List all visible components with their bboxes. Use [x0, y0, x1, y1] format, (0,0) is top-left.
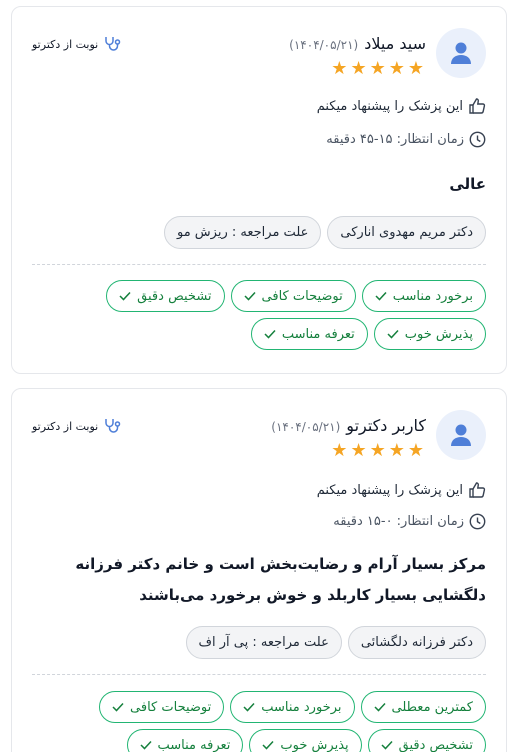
wait-time-text: زمان انتظار: ۰-۱۵ دقیقه [333, 514, 464, 529]
feedback-tag: برخورد مناسب [361, 280, 486, 312]
booking-source-label: نوبت از دکترتو [32, 420, 99, 433]
feedback-tag: تشخیص دقیق [106, 280, 225, 312]
recommend-text: این پزشک را پیشنهاد میکنم [316, 482, 463, 498]
check-icon [387, 329, 399, 339]
divider [32, 264, 486, 265]
review-date: (۱۴۰۴/۰۵/۲۱) [289, 38, 359, 52]
wait-time-text: زمان انتظار: ۱۵-۴۵ دقیقه [326, 132, 464, 147]
booking-source: نوبت از دکترتو [32, 417, 121, 436]
review-comment: مرکز بسیار آرام و رضایت‌بخش است و خانم د… [75, 555, 486, 604]
star-icon: ★ [350, 440, 367, 461]
booking-source-label: نوبت از دکترتو [32, 38, 99, 51]
thumbs-up-icon [468, 97, 486, 115]
review-info-chips: دکتر فرزانه دلگشائی علت مراجعه : پی آر ا… [28, 626, 486, 659]
check-icon [119, 291, 131, 301]
check-icon [375, 291, 387, 301]
wait-time-row: زمان انتظار: ۱۵-۴۵ دقیقه [326, 131, 486, 148]
feedback-tag: تشخیص دقیق [367, 729, 486, 752]
review-date: (۱۴۰۴/۰۵/۲۱) [271, 420, 341, 434]
star-icon: ★ [407, 58, 424, 79]
review-comment: عالی [449, 175, 486, 193]
visit-reason-chip: علت مراجعه : پی آر اف [185, 626, 342, 659]
star-icon: ★ [388, 58, 405, 79]
doctor-chip[interactable]: دکتر مریم مهدوی انارکی [327, 216, 486, 249]
star-icon: ★ [331, 58, 348, 79]
doctor-chip[interactable]: دکتر فرزانه دلگشائی [347, 626, 486, 659]
rating-stars: ★ ★ ★ ★ ★ [331, 442, 424, 460]
reviewer-header: سید میلاد (۱۴۰۴/۰۵/۲۱) [289, 34, 426, 53]
feedback-tag: تعرفه مناسب [126, 729, 244, 752]
booking-source: نوبت از دکترتو [32, 35, 121, 54]
wait-time-row: زمان انتظار: ۰-۱۵ دقیقه [333, 513, 486, 530]
visit-reason-chip: علت مراجعه : ریزش مو [164, 216, 322, 249]
reviewer-name: کاربر دکترتو [346, 416, 426, 435]
star-icon: ★ [407, 440, 424, 461]
star-icon: ★ [369, 440, 386, 461]
feedback-tags: برخورد مناسب توضیحات کافی تشخیص دقیق پذی… [28, 280, 486, 350]
feedback-tag: پذیرش خوب [373, 318, 486, 350]
clock-icon [469, 513, 486, 530]
check-icon [139, 740, 152, 750]
star-icon: ★ [369, 58, 386, 79]
feedback-tag: پذیرش خوب [249, 729, 362, 752]
recommend-text: این پزشک را پیشنهاد میکنم [316, 98, 463, 114]
clock-icon [469, 131, 486, 148]
user-avatar-icon [436, 410, 486, 460]
feedback-tag: کمترین معطلی [360, 691, 486, 723]
review-card: کاربر دکترتو (۱۴۰۴/۰۵/۲۱) ★ ★ ★ ★ ★ نوبت… [11, 388, 507, 752]
rating-stars: ★ ★ ★ ★ ★ [331, 60, 424, 78]
check-icon [244, 291, 256, 301]
thumbs-up-icon [468, 481, 486, 499]
stethoscope-icon [103, 35, 121, 54]
star-icon: ★ [350, 58, 367, 79]
reviewer-name: سید میلاد [364, 34, 426, 53]
star-icon: ★ [331, 440, 348, 461]
check-icon [373, 702, 386, 712]
feedback-tag: توضیحات کافی [230, 280, 356, 312]
feedback-tag: برخورد مناسب [230, 691, 355, 723]
recommend-row: این پزشک را پیشنهاد میکنم [317, 481, 486, 499]
divider [32, 674, 486, 675]
check-icon [262, 740, 274, 750]
stethoscope-icon [103, 417, 121, 436]
star-icon: ★ [388, 440, 405, 461]
check-icon [243, 702, 255, 712]
review-card: سید میلاد (۱۴۰۴/۰۵/۲۱) ★ ★ ★ ★ ★ نوبت از… [11, 6, 507, 374]
check-icon [381, 740, 393, 750]
feedback-tag: توضیحات کافی [99, 691, 225, 723]
feedback-tag: تعرفه مناسب [250, 318, 368, 350]
review-info-chips: دکتر مریم مهدوی انارکی علت مراجعه : ریزش… [28, 216, 486, 249]
check-icon [112, 702, 124, 712]
user-avatar-icon [436, 28, 486, 78]
recommend-row: این پزشک را پیشنهاد میکنم [317, 97, 486, 115]
feedback-tags: کمترین معطلی برخورد مناسب توضیحات کافی ت… [28, 691, 486, 752]
reviewer-header: کاربر دکترتو (۱۴۰۴/۰۵/۲۱) [271, 416, 426, 435]
check-icon [264, 329, 276, 339]
